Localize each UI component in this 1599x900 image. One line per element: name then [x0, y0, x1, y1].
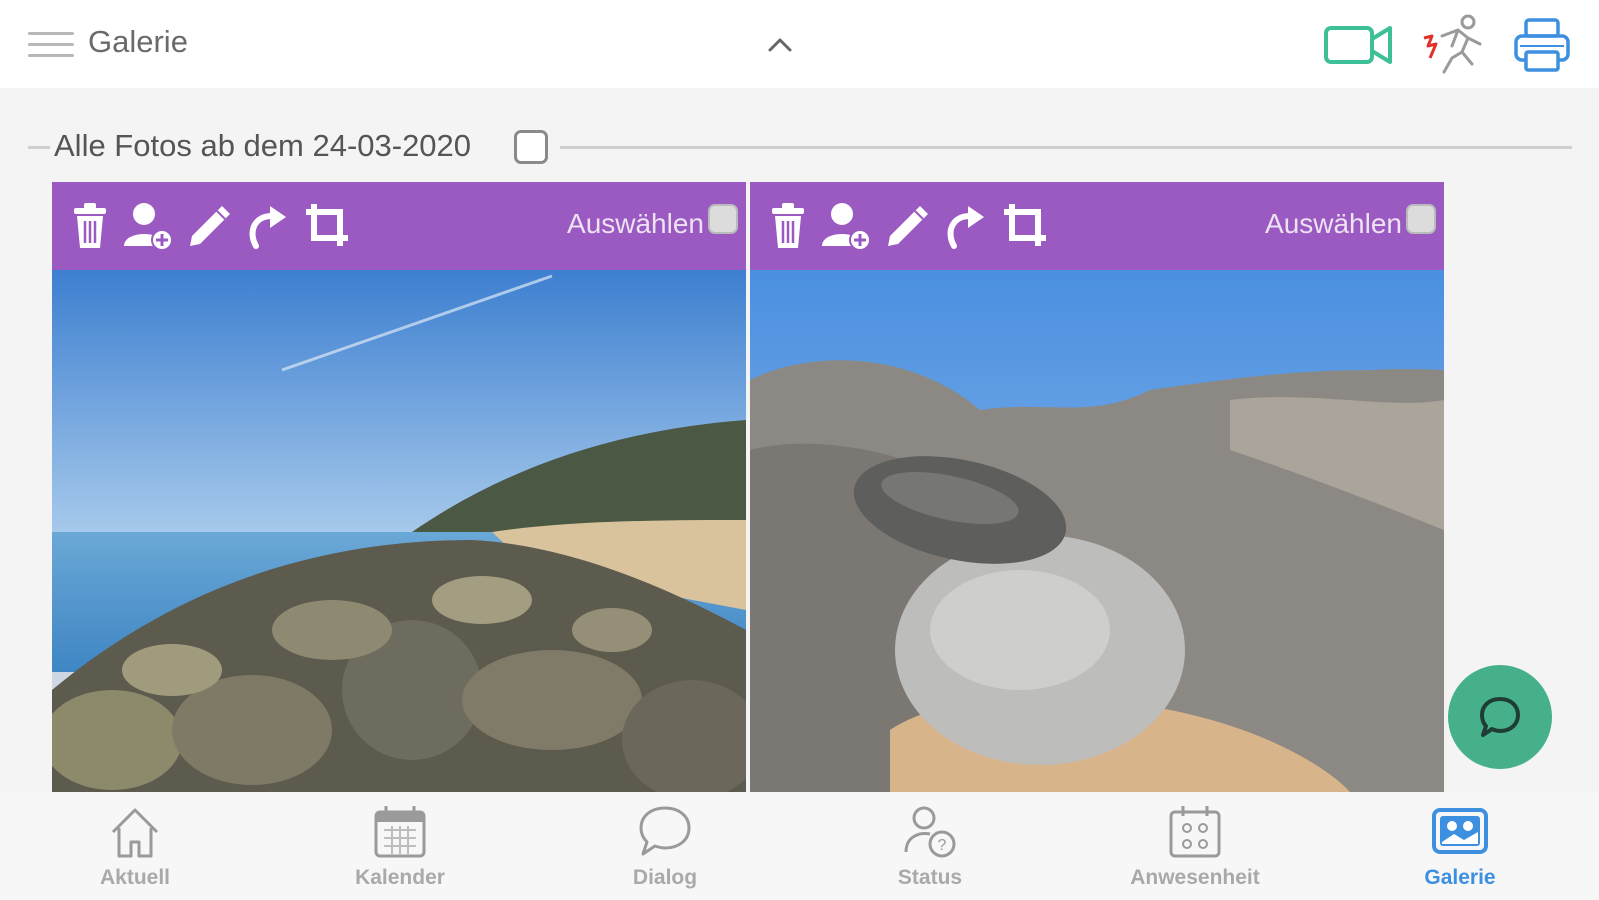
section-title: Alle Fotos ab dem 24-03-2020 — [54, 128, 472, 163]
rotate-icon[interactable] — [242, 200, 294, 252]
chat-button[interactable] — [1448, 665, 1552, 769]
nav-item-kalender[interactable]: Kalender — [315, 798, 485, 898]
running-person-icon[interactable] — [1418, 14, 1490, 76]
section-divider — [560, 146, 1572, 149]
trash-icon[interactable] — [64, 200, 116, 252]
printer-icon[interactable] — [1512, 14, 1572, 76]
svg-text:?: ? — [938, 837, 947, 854]
photo-toolbar: Auswählen — [52, 182, 746, 270]
nav-item-dialog[interactable]: Dialog — [580, 798, 750, 898]
pencil-icon[interactable] — [882, 200, 934, 252]
nav-item-galerie[interactable]: Galerie — [1375, 798, 1545, 898]
select-label: Auswählen — [567, 208, 704, 239]
nav-item-anwesenheit[interactable]: Anwesenheit — [1110, 798, 1280, 898]
nav-label: Status — [897, 866, 963, 889]
attendance-icon — [1169, 806, 1221, 858]
nav-label: Kalender — [355, 866, 445, 889]
chevron-up-icon[interactable] — [764, 30, 796, 60]
photo-stacked-stones[interactable] — [750, 270, 1444, 792]
photo-toolbar: Auswählen — [750, 182, 1444, 270]
nav-item-status[interactable]: ? Status — [845, 798, 1015, 898]
select-label: Auswählen — [1265, 208, 1402, 239]
crop-icon[interactable] — [302, 200, 354, 252]
photo-card: Auswählen — [52, 182, 746, 792]
photo-card: Auswählen — [750, 182, 1444, 792]
menu-icon[interactable] — [28, 30, 74, 60]
add-user-icon[interactable] — [122, 200, 174, 252]
add-user-icon[interactable] — [820, 200, 872, 252]
select-all-checkbox[interactable] — [514, 130, 548, 164]
gallery-icon — [1432, 808, 1488, 854]
nav-item-aktuell[interactable]: Aktuell — [50, 798, 220, 898]
pencil-icon[interactable] — [184, 200, 236, 252]
photo-beach-rocks[interactable] — [52, 270, 746, 792]
app-screen: Galerie Alle Fotos ab dem 24-03-2020 Aus… — [0, 0, 1599, 900]
user-status-icon: ? — [904, 806, 956, 858]
home-icon — [111, 808, 159, 858]
nav-label: Anwesenheit — [1130, 866, 1260, 889]
select-checkbox[interactable] — [1406, 204, 1436, 234]
nav-label: Aktuell — [99, 866, 170, 889]
speech-bubble-icon — [639, 806, 691, 856]
video-camera-icon[interactable] — [1322, 14, 1394, 76]
rotate-icon[interactable] — [940, 200, 992, 252]
page-title: Galerie — [88, 24, 188, 59]
calendar-icon — [374, 806, 426, 858]
section-divider — [28, 146, 50, 149]
crop-icon[interactable] — [1000, 200, 1052, 252]
trash-icon[interactable] — [762, 200, 814, 252]
top-bar: Galerie — [0, 0, 1599, 88]
nav-label: Dialog — [632, 866, 698, 889]
nav-label: Galerie — [1424, 866, 1496, 889]
select-checkbox[interactable] — [708, 204, 738, 234]
bottom-navigation: Aktuell Kalender Dialog ? Status Anwesen… — [0, 792, 1599, 900]
chat-bubble-icon — [1480, 697, 1520, 737]
